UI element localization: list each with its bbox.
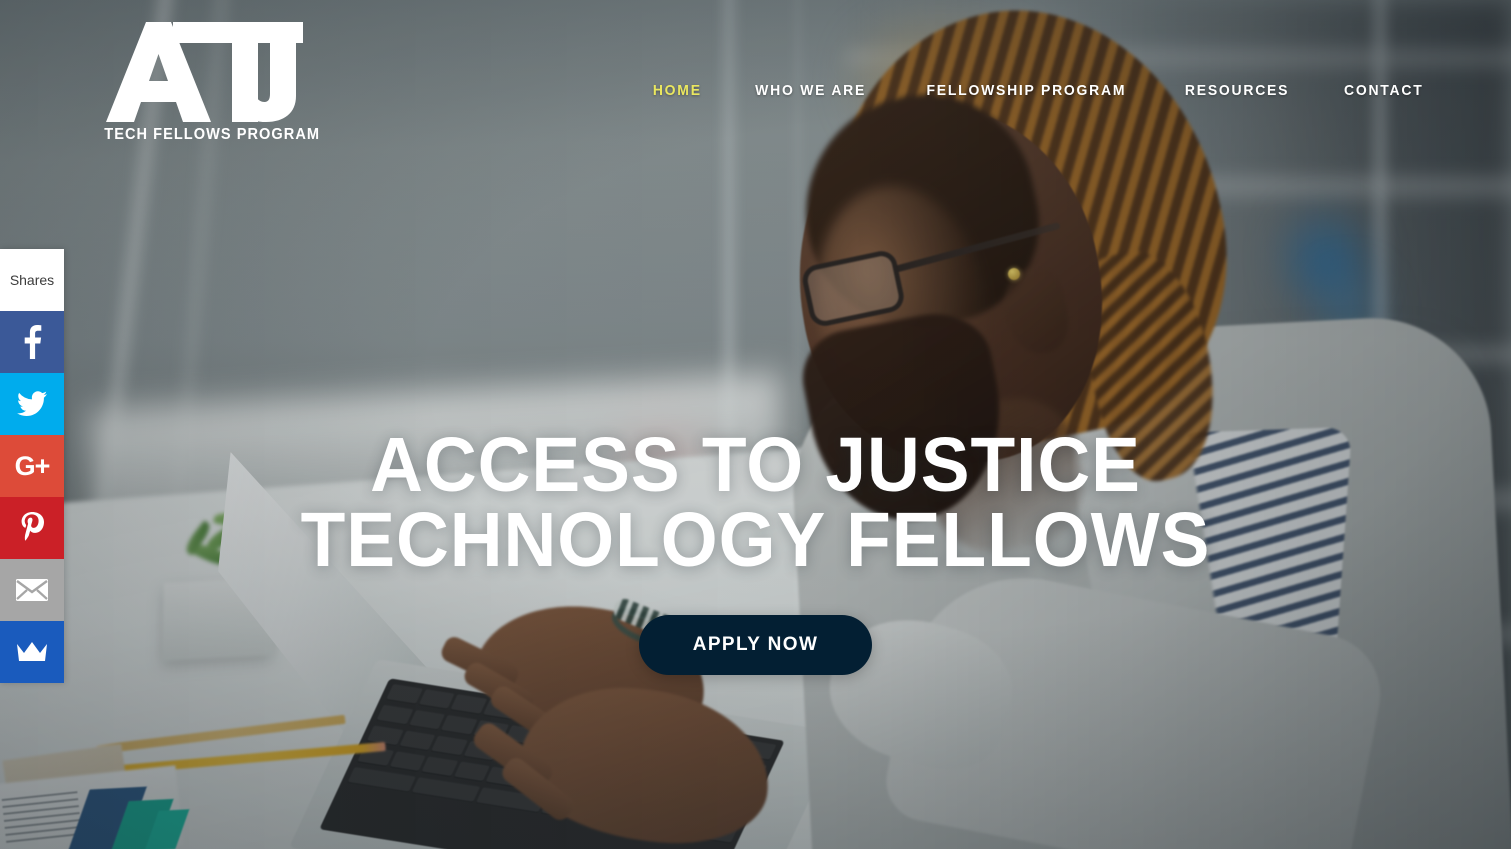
twitter-icon	[17, 391, 47, 417]
share-button-email[interactable]	[0, 559, 64, 621]
share-button-more[interactable]	[0, 621, 64, 683]
pinterest-icon	[21, 512, 44, 541]
hero-title-line-1: ACCESS TO JUSTICE	[370, 422, 1141, 508]
nav-item-who-we-are[interactable]: WHO WE ARE	[733, 76, 889, 105]
nav-item-home[interactable]: HOME	[630, 76, 724, 105]
logo-tagline: TECH FELLOWS PROGRAM	[104, 126, 321, 143]
nav-item-fellowship-program[interactable]: FELLOWSHIP PROGRAM	[904, 76, 1148, 105]
share-button-pinterest[interactable]	[0, 497, 64, 559]
share-button-facebook[interactable]	[0, 311, 64, 373]
nav-item-resources[interactable]: RESOURCES	[1163, 76, 1312, 105]
atj-logomark	[106, 22, 303, 122]
share-count-label: Shares	[0, 249, 64, 311]
share-button-googleplus[interactable]: G+	[0, 435, 64, 497]
nav-item-contact[interactable]: CONTACT	[1322, 76, 1446, 105]
hero-title-line-2: TECHNOLOGY FELLOWS	[300, 497, 1211, 584]
hero-section: TECH FELLOWS PROGRAM HOME WHO WE ARE FEL…	[0, 0, 1511, 849]
apply-now-button[interactable]: APPLY NOW	[638, 614, 873, 675]
main-navigation: HOME WHO WE ARE FELLOWSHIP PROGRAM RESOU…	[627, 76, 1451, 105]
share-button-twitter[interactable]	[0, 373, 64, 435]
site-logo[interactable]: TECH FELLOWS PROGRAM	[98, 22, 321, 144]
page-title: ACCESS TO JUSTICE TECHNOLOGY FELLOWS	[38, 427, 1473, 584]
facebook-icon	[24, 325, 42, 359]
googleplus-icon: G+	[14, 450, 51, 481]
email-icon	[16, 579, 48, 601]
hero-content: ACCESS TO JUSTICE TECHNOLOGY FELLOWS APP…	[0, 427, 1511, 675]
crown-icon	[17, 642, 47, 661]
social-share-rail: Shares G+	[0, 249, 64, 683]
